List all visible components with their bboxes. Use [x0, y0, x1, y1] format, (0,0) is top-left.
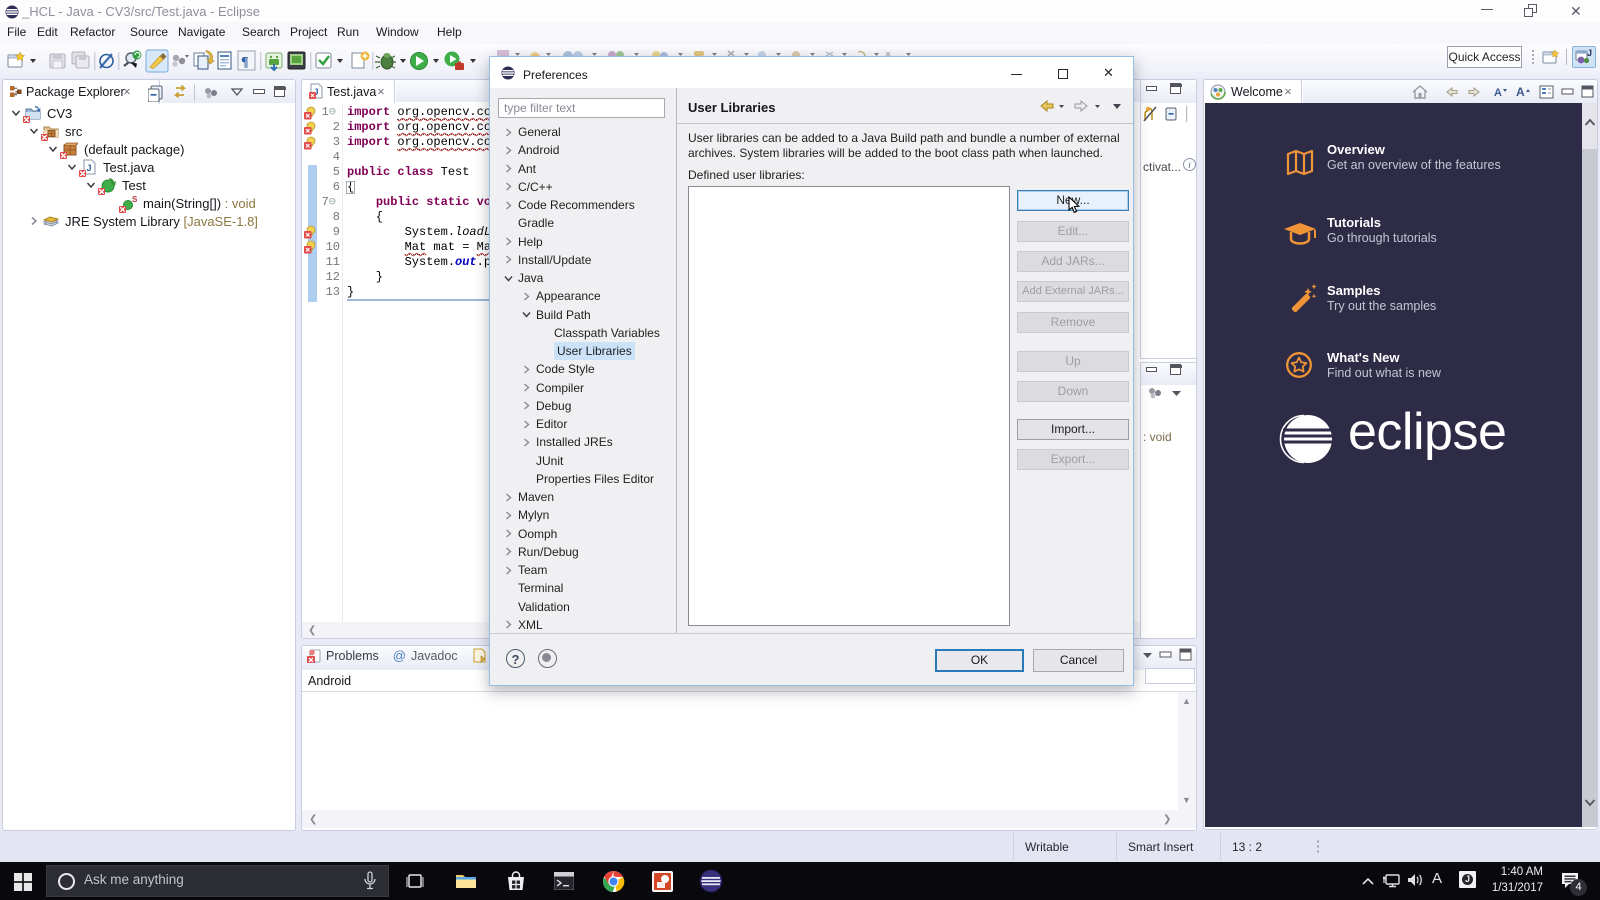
svg-text:J: J	[1587, 48, 1592, 58]
svg-text:A: A	[1516, 85, 1525, 99]
svg-text:¶: ¶	[241, 55, 249, 70]
svg-text:S: S	[132, 195, 137, 204]
svg-text:J: J	[87, 163, 92, 173]
svg-text:A: A	[1494, 87, 1502, 99]
